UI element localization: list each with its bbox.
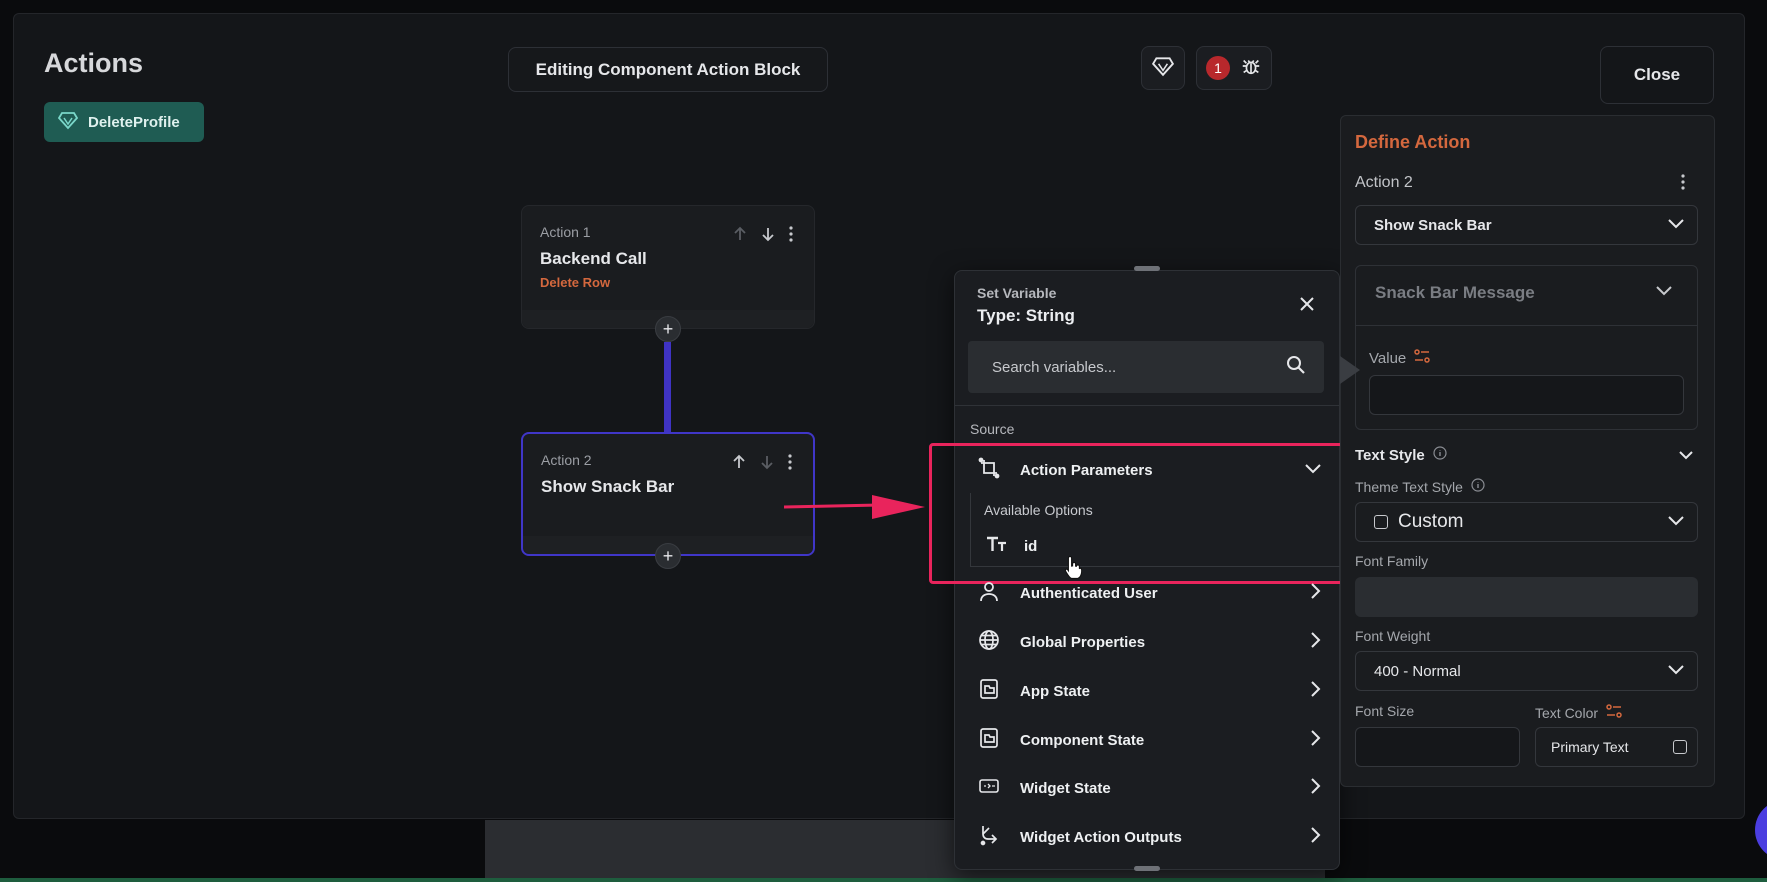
move-down-icon[interactable]	[760, 226, 776, 247]
search-input[interactable]	[992, 358, 1252, 376]
action-card-2[interactable]: Action 2 Show Snack Bar	[521, 432, 815, 556]
resize-handle[interactable]	[1134, 266, 1160, 271]
search-box	[968, 341, 1324, 393]
text-color-select[interactable]: Primary Text	[1535, 727, 1698, 767]
add-action-button[interactable]: +	[655, 316, 681, 342]
info-icon	[1433, 446, 1447, 464]
source-component-state[interactable]: Component State	[970, 717, 1330, 763]
add-action-button[interactable]: +	[655, 543, 681, 569]
source-label: Authenticated User	[1020, 584, 1158, 602]
divider	[1356, 325, 1697, 326]
component-chip[interactable]: DeleteProfile	[44, 102, 204, 142]
source-label: Global Properties	[1020, 633, 1146, 651]
annotation-highlight-box	[929, 443, 1347, 584]
font-family-label: Font Family	[1355, 553, 1429, 569]
plus-icon: +	[662, 318, 674, 339]
component-state-icon	[978, 727, 1000, 753]
editing-mode-label: Editing Component Action Block	[508, 47, 828, 92]
chevron-right-icon	[1310, 582, 1322, 604]
more-options-icon[interactable]	[788, 226, 794, 247]
chevron-right-icon	[1310, 826, 1322, 848]
popup-title: Type: String	[977, 306, 1075, 325]
source-label: Component State	[1020, 731, 1145, 749]
globe-icon	[978, 629, 1000, 655]
chevron-right-icon	[1310, 777, 1322, 799]
font-weight-value: 400 - Normal	[1374, 662, 1461, 680]
move-down-icon[interactable]	[759, 454, 775, 475]
source-label: Widget State	[1020, 779, 1111, 797]
font-size-label: Font Size	[1355, 703, 1415, 719]
move-up-icon[interactable]	[732, 226, 748, 247]
popover-pointer	[1340, 356, 1360, 389]
action-name: Backend Call	[540, 249, 647, 268]
font-family-input[interactable]	[1355, 577, 1698, 617]
source-authenticated-user[interactable]: Authenticated User	[970, 570, 1330, 616]
variable-settings-icon[interactable]	[1606, 703, 1622, 722]
debug-button[interactable]: 1	[1196, 46, 1272, 90]
annotation-arrow	[783, 490, 926, 529]
close-icon[interactable]	[1300, 297, 1314, 316]
chevron-down-icon	[1667, 511, 1685, 533]
source-label: App State	[1020, 682, 1091, 700]
more-options-icon[interactable]	[1680, 174, 1686, 195]
chevron-down-icon[interactable]	[1655, 284, 1673, 302]
value-label: Value	[1369, 348, 1431, 368]
page-title: Actions	[44, 48, 144, 78]
chevron-right-icon	[1310, 631, 1322, 653]
value-input[interactable]	[1369, 375, 1684, 415]
theme-text-style-select[interactable]: Custom	[1355, 502, 1698, 542]
bug-icon	[1240, 55, 1262, 82]
info-icon	[1471, 478, 1485, 495]
close-button[interactable]: Close	[1600, 46, 1714, 104]
action-card-1[interactable]: Action 1 Backend Call Delete Row	[521, 205, 815, 329]
chevron-down-icon	[1667, 663, 1685, 680]
user-icon	[978, 580, 1000, 606]
divider	[955, 405, 1339, 406]
ai-assist-button[interactable]	[1141, 46, 1185, 90]
popup-kicker: Set Variable	[977, 285, 1057, 301]
action-name: Show Snack Bar	[541, 477, 675, 496]
source-widget-action-outputs[interactable]: Widget Action Outputs	[970, 814, 1330, 860]
text-style-label[interactable]: Text Style	[1355, 446, 1447, 464]
color-swatch	[1673, 740, 1687, 754]
font-size-input[interactable]	[1355, 727, 1520, 767]
source-global-properties[interactable]: Global Properties	[970, 619, 1330, 665]
font-weight-label: Font Weight	[1355, 628, 1431, 644]
action-subtitle: Delete Row	[540, 275, 611, 290]
snack-bar-message-label[interactable]: Snack Bar Message	[1375, 283, 1535, 303]
debug-count-badge: 1	[1206, 56, 1230, 80]
variable-settings-icon[interactable]	[1414, 348, 1431, 368]
move-up-icon[interactable]	[731, 454, 747, 475]
source-widget-state[interactable]: Widget State	[970, 765, 1330, 811]
action-type-value: Show Snack Bar	[1374, 216, 1492, 234]
search-icon[interactable]	[1286, 355, 1306, 380]
panel-title: Define Action	[1355, 132, 1471, 152]
text-color-value: Primary Text	[1551, 739, 1629, 755]
action-label: Action 2	[1355, 174, 1413, 191]
app-state-icon	[978, 678, 1000, 704]
source-app-state[interactable]: App State	[970, 668, 1330, 714]
chevron-down-icon	[1667, 217, 1685, 234]
theme-text-style-label: Theme Text Style	[1355, 478, 1485, 495]
more-options-icon[interactable]	[787, 454, 793, 475]
source-label: Widget Action Outputs	[1020, 828, 1182, 846]
background-status-line	[0, 878, 1767, 882]
diamond-ai-icon	[1151, 55, 1175, 82]
widget-action-outputs-icon	[978, 824, 1000, 850]
source-label: Source	[970, 421, 1015, 437]
diamond-ai-icon	[57, 110, 79, 134]
chevron-right-icon	[1310, 680, 1322, 702]
plus-icon: +	[662, 545, 674, 566]
action-type-select[interactable]: Show Snack Bar	[1355, 205, 1698, 245]
font-weight-select[interactable]: 400 - Normal	[1355, 651, 1698, 691]
component-chip-label: DeleteProfile	[88, 113, 180, 131]
theme-text-style-value: Custom	[1398, 511, 1464, 532]
action-connector	[664, 342, 671, 434]
checkbox[interactable]	[1374, 515, 1388, 529]
chevron-down-icon[interactable]	[1678, 447, 1694, 465]
chevron-right-icon	[1310, 729, 1322, 751]
resize-handle[interactable]	[1134, 866, 1160, 871]
text-color-label: Text Color	[1535, 703, 1622, 722]
widget-state-icon	[978, 775, 1000, 801]
